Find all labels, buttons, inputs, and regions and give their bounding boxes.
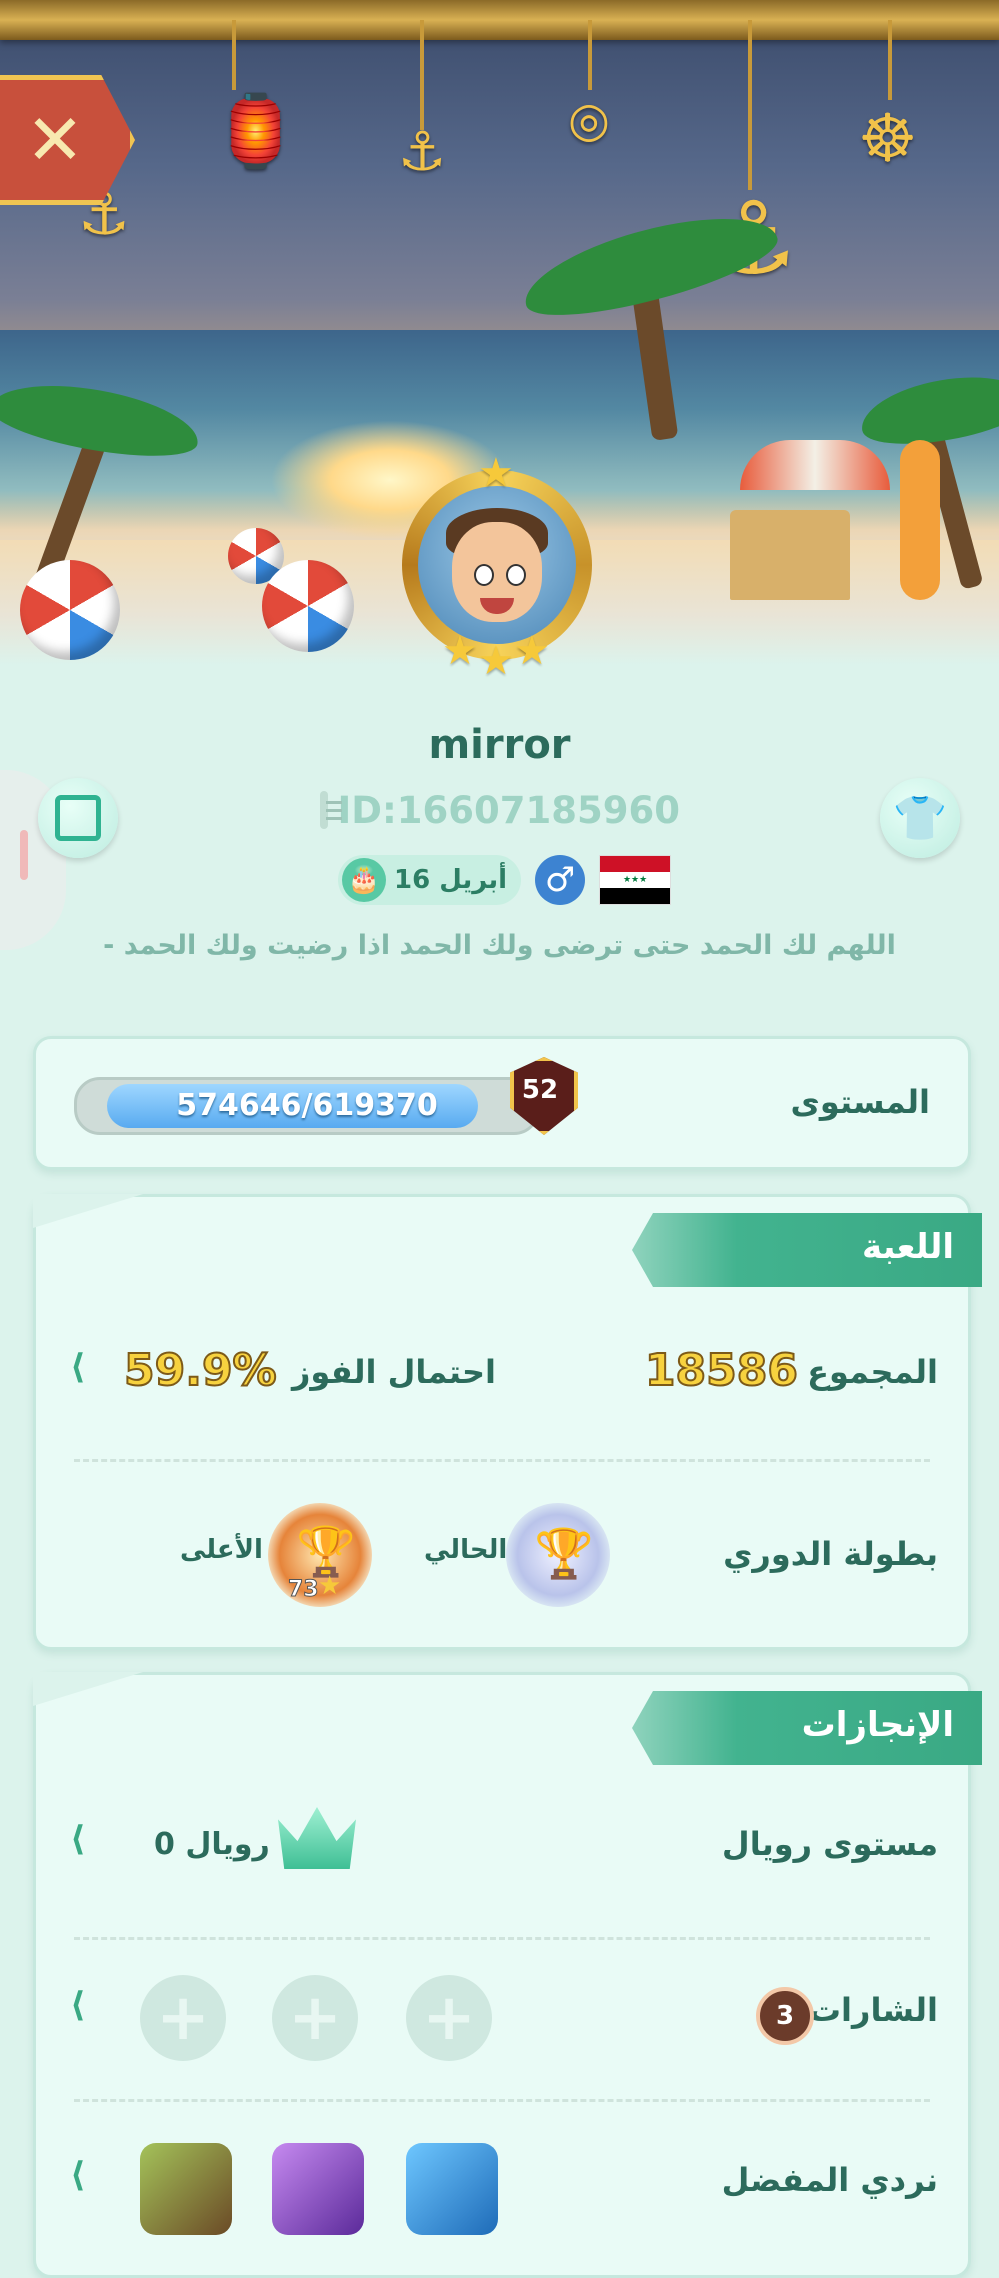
level-label: المستوى bbox=[790, 1083, 930, 1121]
achievements-ribbon: الإنجازات bbox=[632, 1691, 982, 1765]
highest-league-medal[interactable]: 🏆 73 ★ bbox=[268, 1503, 372, 1607]
user-id-text: ID:16607185960 bbox=[337, 788, 680, 832]
birthday-badge: 🎂 16 أبريل bbox=[338, 855, 522, 905]
royal-level-label: مستوى رويال bbox=[721, 1825, 938, 1863]
beach-umbrella bbox=[740, 440, 890, 490]
chevron-left-icon[interactable]: ⟨ bbox=[70, 1347, 86, 1387]
royal-level-value: رويال 0 bbox=[154, 1827, 270, 1862]
cake-icon: 🎂 bbox=[342, 858, 386, 902]
iraq-flag-icon: ★★★ bbox=[599, 855, 672, 905]
chain bbox=[888, 20, 892, 100]
level-badge: 52 bbox=[494, 1057, 586, 1137]
avatar-image bbox=[418, 486, 576, 644]
badges-count: 3 bbox=[756, 1987, 814, 2045]
chain bbox=[588, 20, 592, 90]
dice-ocean[interactable] bbox=[406, 2143, 498, 2235]
star-icon: ★ bbox=[514, 628, 550, 674]
winrate-value: 59.9% bbox=[123, 1344, 278, 1397]
surfboard bbox=[900, 440, 940, 600]
game-ribbon-title: اللعبة bbox=[862, 1227, 954, 1267]
badge-slot-empty[interactable]: + bbox=[406, 1975, 492, 2061]
star-icon: ★ bbox=[478, 638, 514, 684]
divider bbox=[74, 1937, 930, 1940]
current-league-medal[interactable]: 🏆 bbox=[506, 1503, 610, 1607]
chevron-left-icon[interactable]: ⟨ bbox=[70, 2155, 86, 2195]
level-number: 52 bbox=[521, 1075, 559, 1105]
compass-icon: ◎ bbox=[568, 92, 610, 148]
anchor-icon: ⚓ bbox=[398, 120, 447, 183]
beach-ball bbox=[262, 560, 354, 652]
edit-icon bbox=[55, 795, 101, 841]
star-icon: ★ bbox=[478, 450, 514, 496]
male-icon: ♂ bbox=[535, 855, 586, 905]
level-progress-bar: 574646/619370 bbox=[74, 1077, 540, 1135]
divider bbox=[74, 1459, 930, 1462]
beach-ball bbox=[20, 560, 120, 660]
profile-tags: 🎂 16 أبريل ♂ ★★★ bbox=[338, 855, 672, 905]
sand-castle bbox=[730, 510, 850, 600]
favorite-dice-label: نردي المفضل bbox=[721, 2161, 938, 2199]
chain bbox=[748, 20, 752, 190]
crown-icon bbox=[278, 1807, 356, 1869]
total-value: 18586 bbox=[644, 1344, 799, 1397]
avatar-eye bbox=[506, 564, 526, 586]
user-id[interactable]: ID:16607185960 bbox=[320, 785, 680, 835]
game-ribbon: اللعبة bbox=[632, 1213, 982, 1287]
drawer-indicator bbox=[20, 830, 28, 880]
copy-icon[interactable] bbox=[320, 791, 341, 829]
divider bbox=[74, 2099, 930, 2102]
shirt-icon: 👕 bbox=[892, 793, 948, 844]
badges-label: الشارات bbox=[808, 1991, 938, 2029]
highest-stars: 73 bbox=[288, 1577, 320, 1603]
chevron-left-icon[interactable]: ⟨ bbox=[70, 1819, 86, 1859]
game-card: اللعبة المجموع 18586 احتمال الفوز 59.9% … bbox=[33, 1194, 982, 1650]
achievements-card: الإنجازات مستوى رويال رويال 0 ⟨ الشارات … bbox=[33, 1672, 982, 2278]
total-label: المجموع bbox=[807, 1353, 938, 1391]
lantern-icon: 🏮 bbox=[212, 90, 300, 172]
league-label: بطولة الدوري bbox=[723, 1535, 938, 1573]
bio-text: - اللهم لك الحمد حتى ترضى ولك الحمد اذا … bbox=[103, 930, 896, 961]
current-label: الحالي bbox=[424, 1535, 508, 1565]
avatar-eye bbox=[474, 564, 494, 586]
badge-slot-empty[interactable]: + bbox=[140, 1975, 226, 2061]
avatar[interactable]: ★ ★ ★ ★ bbox=[392, 450, 602, 684]
level-progress-text: 574646/619370 bbox=[176, 1088, 438, 1123]
badge-slot-empty[interactable]: + bbox=[272, 1975, 358, 2061]
highest-label: الأعلى bbox=[180, 1535, 263, 1565]
close-icon: ✕ bbox=[25, 99, 85, 181]
dice-music[interactable] bbox=[272, 2143, 364, 2235]
star-icon: ★ bbox=[318, 1571, 342, 1601]
level-card: 574646/619370 52 المستوى bbox=[33, 1036, 971, 1170]
gold-garland bbox=[0, 0, 999, 40]
winrate-label: احتمال الفوز bbox=[292, 1353, 496, 1391]
chevron-left-icon[interactable]: ⟨ bbox=[70, 1985, 86, 2025]
outfit-button[interactable]: 👕 bbox=[880, 778, 960, 858]
star-icon: ★ bbox=[442, 628, 478, 674]
edit-profile-button[interactable] bbox=[38, 778, 118, 858]
trophy-icon: 🏆 bbox=[534, 1526, 594, 1582]
ship-wheel-icon: ☸ bbox=[858, 100, 918, 177]
username: mirror bbox=[428, 722, 571, 768]
card-corner-fold bbox=[33, 1672, 143, 1706]
dice-farm[interactable] bbox=[140, 2143, 232, 2235]
card-corner-fold bbox=[33, 1194, 143, 1228]
achievements-ribbon-title: الإنجازات bbox=[801, 1705, 954, 1745]
chain bbox=[232, 20, 236, 90]
birthday-text: 16 أبريل bbox=[394, 865, 508, 895]
chain bbox=[420, 20, 424, 130]
